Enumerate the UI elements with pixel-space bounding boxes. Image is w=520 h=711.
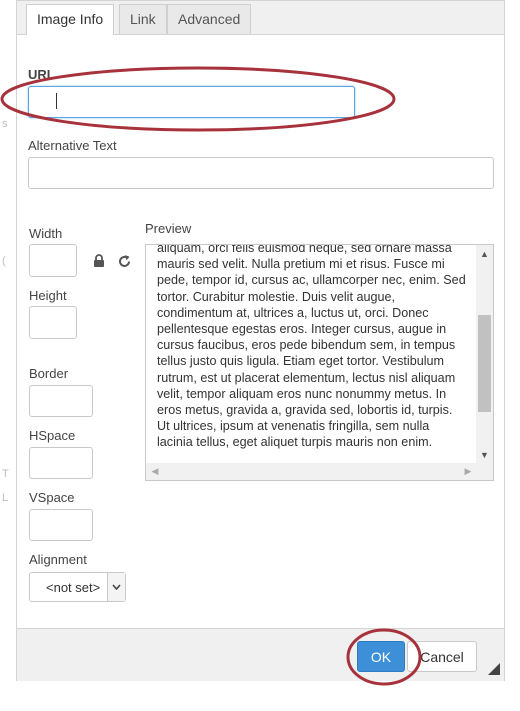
reset-size-icon[interactable]: [116, 253, 132, 269]
tab-bar: Image Info Link Advanced: [17, 1, 504, 35]
background-fragment: s: [2, 118, 8, 130]
scroll-thumb[interactable]: [478, 315, 491, 412]
background-fragment: T: [2, 468, 9, 480]
hspace-input[interactable]: [29, 447, 93, 479]
lock-icon[interactable]: [91, 253, 107, 269]
background-fragment: (: [2, 255, 6, 267]
tab-advanced[interactable]: Advanced: [167, 4, 252, 34]
scrollbar-corner: [476, 463, 493, 480]
alignment-label: Alignment: [29, 552, 87, 567]
alt-text-label: Alternative Text: [28, 138, 117, 153]
height-label: Height: [29, 288, 67, 303]
hspace-label: HSpace: [29, 428, 76, 443]
width-input[interactable]: [29, 244, 77, 277]
background-fragment: L: [2, 492, 9, 504]
chevron-down-icon[interactable]: [107, 573, 125, 601]
cancel-button[interactable]: Cancel: [407, 641, 477, 672]
tab-link[interactable]: Link: [119, 4, 167, 34]
width-label: Width: [29, 226, 63, 241]
preview-text: aliquam, orci felis euismod neque, sed o…: [157, 244, 466, 450]
scroll-down-arrow-icon[interactable]: ▼: [476, 448, 493, 462]
ok-button[interactable]: OK: [357, 641, 405, 672]
preview-label: Preview: [145, 221, 192, 236]
height-input[interactable]: [29, 306, 77, 339]
alt-text-input[interactable]: [28, 157, 494, 189]
preview-vertical-scrollbar[interactable]: ▲ ▼: [476, 245, 493, 464]
scroll-up-arrow-icon[interactable]: ▲: [476, 247, 493, 261]
image-properties-dialog: Image Info Link Advanced URL Alternative…: [16, 0, 505, 681]
dialog-footer: OK Cancel: [17, 628, 504, 681]
scroll-left-arrow-icon[interactable]: ◀: [148, 463, 162, 480]
scroll-right-arrow-icon[interactable]: ▶: [461, 463, 475, 480]
vspace-input[interactable]: [29, 509, 93, 541]
preview-pane[interactable]: aliquam, orci felis euismod neque, sed o…: [145, 244, 494, 481]
border-input[interactable]: [29, 385, 93, 417]
vspace-label: VSpace: [29, 490, 75, 505]
alignment-select-value: <not set>: [46, 580, 101, 595]
text-cursor: [56, 93, 57, 109]
tab-image-info[interactable]: Image Info: [26, 4, 115, 35]
url-label: URL: [28, 67, 55, 82]
alignment-select[interactable]: <not set>: [29, 572, 126, 602]
resize-handle-icon[interactable]: [488, 663, 500, 675]
border-label: Border: [29, 366, 69, 381]
url-input[interactable]: [28, 86, 355, 118]
preview-horizontal-scrollbar[interactable]: ◀ ▶: [146, 463, 477, 480]
